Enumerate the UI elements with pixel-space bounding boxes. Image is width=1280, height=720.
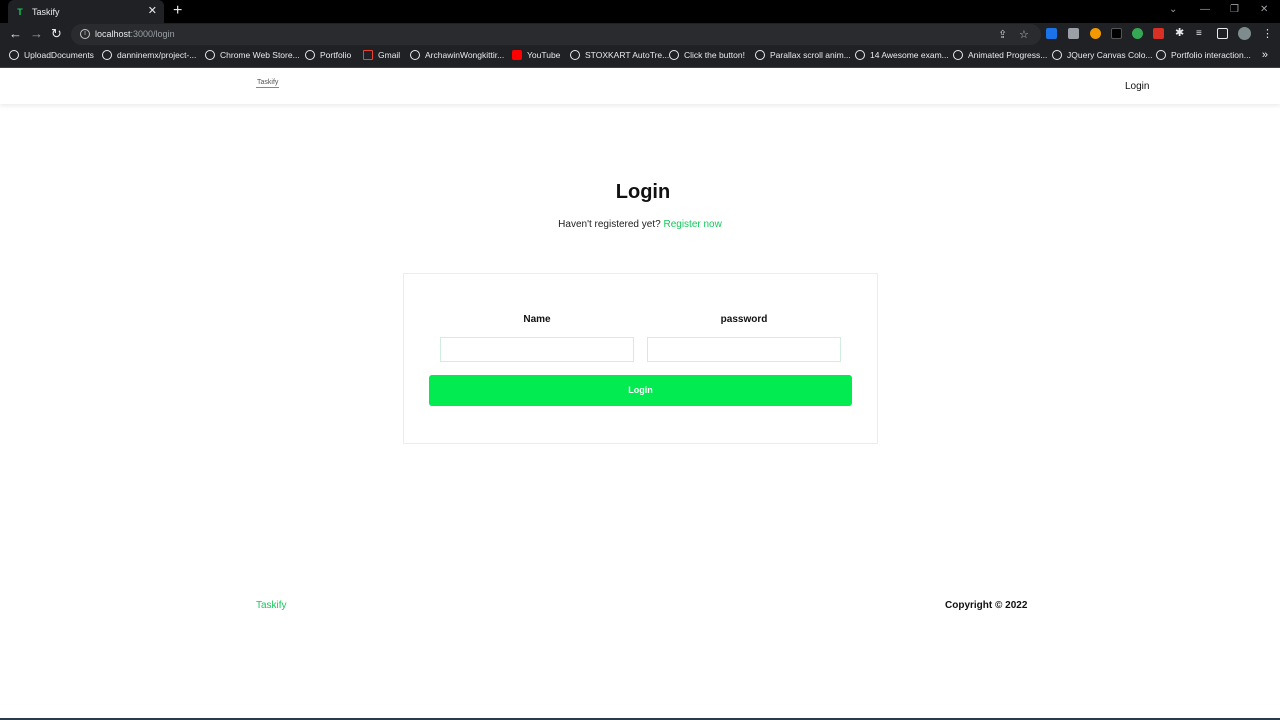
bookmark-item[interactable]: JQuery Canvas Colo...	[1052, 50, 1153, 60]
back-arrow-icon[interactable]: ←	[9, 27, 22, 41]
page-icon	[1156, 50, 1166, 60]
gmail-icon	[363, 50, 373, 60]
bookmark-item[interactable]: 14 Awesome exam...	[855, 50, 949, 60]
register-prompt-text: Haven't registered yet?	[558, 219, 661, 230]
bookmark-label: Parallax scroll anim...	[770, 50, 851, 60]
name-label: Name	[523, 314, 551, 325]
url-text[interactable]: localhost:3000/login	[95, 29, 175, 39]
extensions-puzzle-icon[interactable]: ✱	[1175, 28, 1186, 39]
bookmark-label: Gmail	[378, 50, 401, 60]
forward-arrow-icon[interactable]: →	[30, 27, 43, 41]
new-tab-button[interactable]: +	[173, 2, 182, 20]
bookmark-label: Portfolio	[320, 50, 352, 60]
github-icon	[410, 50, 420, 60]
bookmark-label: 14 Awesome exam...	[870, 50, 949, 60]
login-submit-button[interactable]: Login	[429, 375, 852, 406]
extension-translate-icon[interactable]	[1046, 28, 1057, 39]
store-icon	[205, 50, 215, 60]
menu-kebab-icon[interactable]: ⋮	[1262, 27, 1273, 40]
site-navbar: Taskify Login	[0, 69, 1280, 104]
side-panel-icon[interactable]	[1217, 28, 1228, 39]
tab-favicon-icon: T	[17, 6, 23, 17]
bookmark-item[interactable]: STOXKART AutoTre...	[570, 50, 669, 60]
bookmark-item[interactable]: Click the button!	[669, 50, 745, 60]
page-icon	[669, 50, 679, 60]
password-input[interactable]	[647, 337, 841, 362]
page-icon	[305, 50, 315, 60]
extension-drop-icon[interactable]	[1090, 28, 1101, 39]
puzzle-icon	[9, 50, 19, 60]
github-icon	[102, 50, 112, 60]
page-title: Login	[615, 181, 671, 203]
bookmark-label: danninemx/project-...	[117, 50, 197, 60]
bookmark-label: STOXKART AutoTre...	[585, 50, 670, 60]
browser-toolbar: ← → ↻ i localhost:3000/login ⇪ ☆ ✱ ≡ ⋮	[0, 23, 1280, 46]
extension-dark-icon[interactable]	[1111, 28, 1122, 39]
info-icon[interactable]: i	[80, 29, 90, 39]
window-close-icon[interactable]: ✕	[1260, 4, 1268, 15]
extension-k-icon[interactable]	[1068, 28, 1079, 39]
page-icon	[755, 50, 765, 60]
reading-list-icon[interactable]: ≡	[1196, 28, 1207, 39]
bookmark-item[interactable]: YouTube	[512, 50, 560, 60]
register-now-link[interactable]: Register now	[663, 219, 721, 230]
address-bar[interactable]: i localhost:3000/login ⇪ ☆	[71, 24, 1041, 45]
bookmark-item[interactable]: Chrome Web Store...	[205, 50, 300, 60]
stoxkart-icon	[570, 50, 580, 60]
youtube-icon	[512, 50, 522, 60]
name-input[interactable]	[440, 337, 634, 362]
bookmark-star-icon[interactable]: ☆	[1019, 28, 1029, 41]
bookmark-label: Portfolio interaction...	[1171, 50, 1251, 60]
bookmark-label: Animated Progress...	[968, 50, 1048, 60]
page-icon	[1052, 50, 1062, 60]
bookmark-label: Click the button!	[684, 50, 745, 60]
extension-n-icon[interactable]	[1132, 28, 1143, 39]
page-icon	[855, 50, 865, 60]
site-logo[interactable]: Taskify	[256, 78, 280, 88]
browser-tab[interactable]: T Taskify ✕	[8, 0, 164, 23]
bookmarks-bar: UploadDocuments danninemx/project-... Chro…	[0, 46, 1280, 68]
footer-brand[interactable]: Taskify	[256, 600, 287, 611]
extension-red-icon[interactable]	[1153, 28, 1164, 39]
register-prompt: Haven't registered yet? Register now	[0, 219, 1280, 230]
footer-copyright: Copyright © 2022	[945, 600, 1028, 611]
tab-search-icon[interactable]: ⌄	[1169, 4, 1177, 15]
bookmark-item[interactable]: ArchawinWongkittir...	[410, 50, 504, 60]
bookmark-label: YouTube	[527, 50, 561, 60]
more-bookmarks-icon[interactable]: »	[1262, 49, 1268, 61]
password-label: password	[720, 314, 768, 325]
login-form: Name password Login	[403, 273, 878, 444]
bookmark-label: ArchawinWongkittir...	[425, 50, 505, 60]
page-icon	[953, 50, 963, 60]
minimize-icon[interactable]: —	[1200, 4, 1210, 15]
nav-login-link[interactable]: Login	[1125, 81, 1149, 92]
bookmark-item[interactable]: Animated Progress...	[953, 50, 1047, 60]
reload-icon[interactable]: ↻	[51, 27, 62, 41]
profile-avatar[interactable]	[1238, 27, 1251, 40]
bookmark-item[interactable]: Portfolio interaction...	[1156, 50, 1251, 60]
bookmark-label: UploadDocuments	[24, 50, 94, 60]
bookmark-label: Chrome Web Store...	[220, 50, 300, 60]
close-icon[interactable]: ✕	[148, 6, 157, 17]
bookmark-item[interactable]: Gmail	[363, 50, 400, 60]
page: Taskify Login Login Haven't registered y…	[0, 69, 1280, 720]
bookmark-item[interactable]: Portfolio	[305, 50, 351, 60]
bookmark-item[interactable]: danninemx/project-...	[102, 50, 196, 60]
restore-icon[interactable]: ❐	[1230, 4, 1239, 15]
share-icon[interactable]: ⇪	[998, 28, 1007, 41]
bookmark-item[interactable]: Parallax scroll anim...	[755, 50, 851, 60]
bookmark-label: JQuery Canvas Colo...	[1067, 50, 1153, 60]
browser-tabstrip: T Taskify ✕ + ⌄ — ❐ ✕	[0, 0, 1280, 23]
tab-title: Taskify	[32, 6, 60, 17]
bookmark-item[interactable]: UploadDocuments	[9, 50, 94, 60]
